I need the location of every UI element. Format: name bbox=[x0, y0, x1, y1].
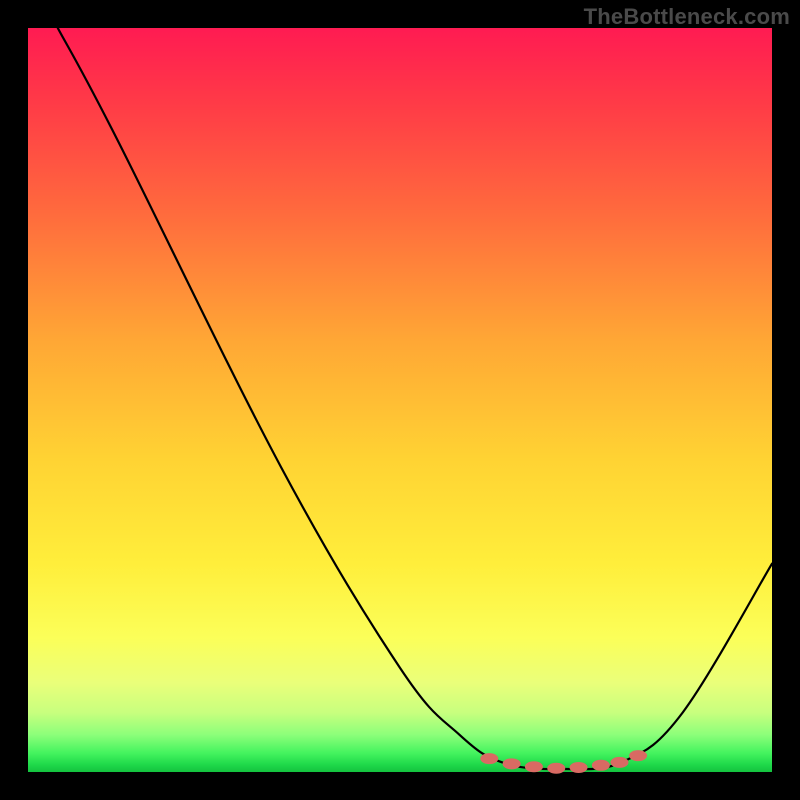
watermark-text: TheBottleneck.com bbox=[584, 4, 790, 30]
curve-marker bbox=[503, 758, 521, 769]
curve-marker bbox=[547, 763, 565, 774]
curve-marker bbox=[525, 761, 543, 772]
chart-frame: TheBottleneck.com bbox=[0, 0, 800, 800]
curve-marker bbox=[480, 753, 498, 764]
curve-svg bbox=[28, 28, 772, 772]
curve-marker bbox=[570, 762, 588, 773]
curve-marker bbox=[629, 750, 647, 761]
bottleneck-curve bbox=[58, 28, 772, 769]
curve-marker bbox=[610, 757, 628, 768]
plot-area bbox=[28, 28, 772, 772]
curve-markers bbox=[480, 750, 647, 774]
curve-marker bbox=[592, 760, 610, 771]
